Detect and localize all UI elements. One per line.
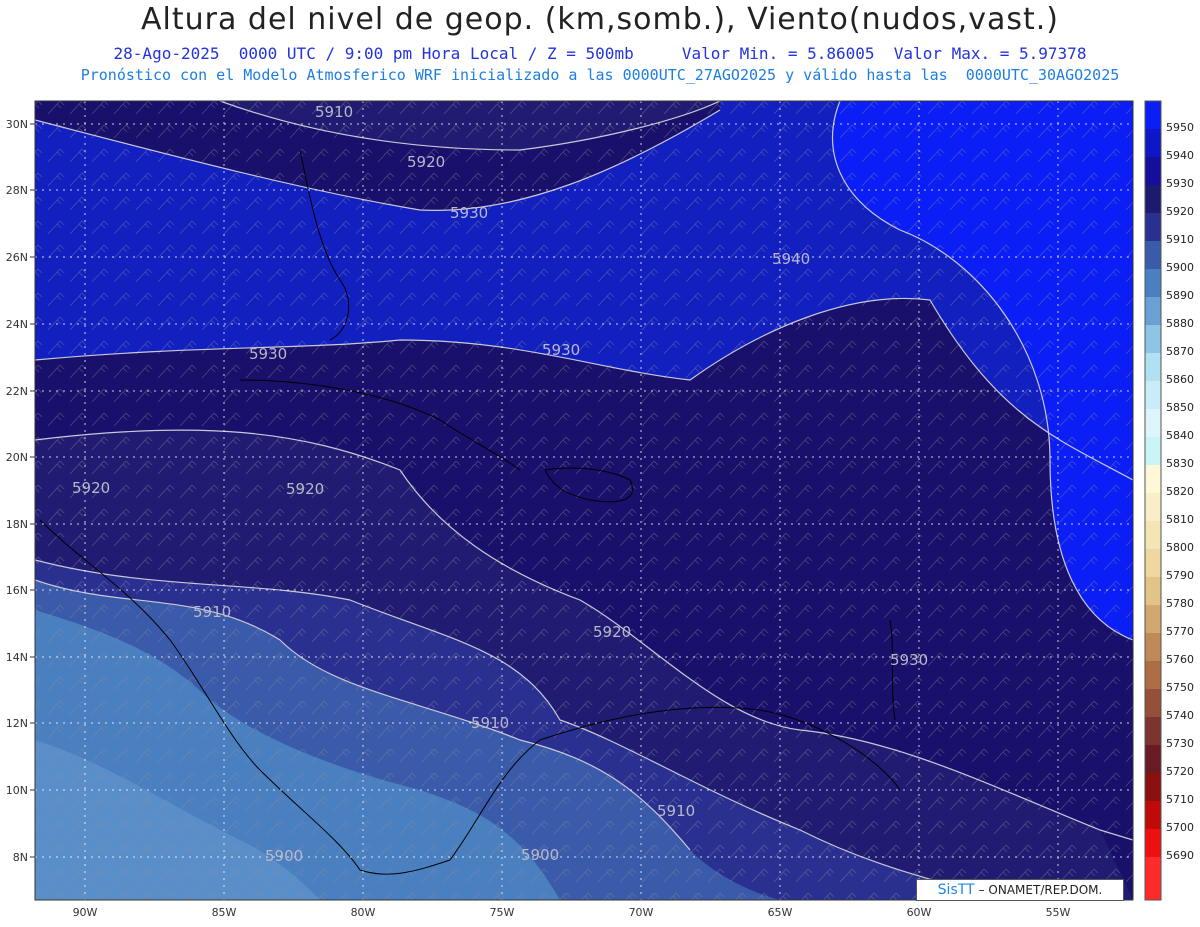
- contour-label: 5910: [657, 802, 695, 820]
- contour-label: 5930: [450, 204, 488, 222]
- colorbar-label: 5770: [1166, 625, 1194, 638]
- contour-label: 5940: [772, 250, 810, 268]
- colorbar-label: 5940: [1166, 149, 1194, 162]
- colorbar-swatch: [1145, 381, 1161, 409]
- lat-label: 16N: [6, 584, 28, 597]
- colorbar-label: 5740: [1166, 709, 1194, 722]
- lat-label: 14N: [6, 651, 28, 664]
- colorbar-swatch: [1145, 549, 1161, 577]
- colorbar-label: 5790: [1166, 569, 1194, 582]
- colorbar-label: 5780: [1166, 597, 1194, 610]
- lat-label: 12N: [6, 717, 28, 730]
- colorbar-swatch: [1145, 269, 1161, 297]
- lon-label: 80W: [351, 906, 376, 919]
- lon-label: 75W: [490, 906, 515, 919]
- colorbar-label: 5910: [1166, 233, 1194, 246]
- contour-label: 5900: [521, 846, 559, 864]
- colorbar-label: 5730: [1166, 737, 1194, 750]
- colorbar-label: 5900: [1166, 261, 1194, 274]
- colorbar-swatch: [1145, 773, 1161, 801]
- colorbar-label: 5950: [1166, 121, 1194, 134]
- contour-label: 5930: [542, 341, 580, 359]
- contour-label: 5910: [315, 103, 353, 121]
- contour-label: 5930: [890, 651, 928, 669]
- lon-label: 60W: [907, 906, 932, 919]
- lon-label: 55W: [1046, 906, 1071, 919]
- credit-box: SisTT – ONAMET/REP.DOM.: [916, 879, 1124, 901]
- lat-label: 28N: [6, 184, 28, 197]
- lat-label: 18N: [6, 518, 28, 531]
- colorbar-swatch: [1145, 157, 1161, 185]
- contour-label: 5920: [593, 623, 631, 641]
- colorbar-swatch: [1145, 465, 1161, 493]
- contour-label: 5920: [72, 479, 110, 497]
- colorbar-label: 5690: [1166, 849, 1194, 862]
- colorbar-label: 5930: [1166, 177, 1194, 190]
- contour-label: 5910: [193, 603, 231, 621]
- colorbar-swatch: [1145, 437, 1161, 465]
- colorbar-swatch: [1145, 717, 1161, 745]
- colorbar-swatch: [1145, 101, 1161, 129]
- contour-label: 5900: [265, 847, 303, 865]
- lat-label: 26N: [6, 251, 28, 264]
- lon-label: 65W: [768, 906, 793, 919]
- sistt-logo: SisTT: [937, 882, 975, 898]
- geopotential-field: 5910 5920 5930 5940 5930 5930 5920 5920 …: [35, 101, 1133, 900]
- colorbar-swatch: [1145, 241, 1161, 269]
- colorbar-label: 5860: [1166, 373, 1194, 386]
- map-svg: 5910 5920 5930 5940 5930 5930 5920 5920 …: [6, 100, 1194, 919]
- colorbar-label: 5830: [1166, 457, 1194, 470]
- colorbar-swatch: [1145, 213, 1161, 241]
- colorbar-label: 5710: [1166, 793, 1194, 806]
- colorbar-label: 5820: [1166, 485, 1194, 498]
- colorbar-label: 5870: [1166, 345, 1194, 358]
- lon-label: 70W: [629, 906, 654, 919]
- colorbar-swatch: [1145, 325, 1161, 353]
- colorbar-label: 5920: [1166, 205, 1194, 218]
- colorbar-label: 5700: [1166, 821, 1194, 834]
- lat-label: 24N: [6, 318, 28, 331]
- contour-label: 5930: [249, 345, 287, 363]
- credit-org: – ONAMET/REP.DOM.: [978, 883, 1103, 897]
- contour-label: 5920: [286, 480, 324, 498]
- colorbar-label: 5810: [1166, 513, 1194, 526]
- lon-label: 90W: [73, 906, 98, 919]
- colorbar-label: 5890: [1166, 289, 1194, 302]
- colorbar-swatch: [1145, 689, 1161, 717]
- lat-label: 8N: [13, 851, 28, 864]
- lat-label: 20N: [6, 451, 28, 464]
- colorbar-label: 5850: [1166, 401, 1194, 414]
- colorbar-label: 5720: [1166, 765, 1194, 778]
- lat-label: 10N: [6, 784, 28, 797]
- colorbar-swatch: [1145, 353, 1161, 381]
- lat-label: 30N: [6, 118, 28, 131]
- colorbar-swatch: [1145, 801, 1161, 829]
- colorbar-label: 5880: [1166, 317, 1194, 330]
- colorbar: 5950 5940 5930 5920 5910 5900 5890 5880 5870 5860…: [1144, 100, 1194, 901]
- colorbar-swatch: [1145, 185, 1161, 213]
- colorbar-label: 5840: [1166, 429, 1194, 442]
- colorbar-swatch: [1145, 409, 1161, 437]
- colorbar-swatch: [1145, 633, 1161, 661]
- colorbar-swatch: [1145, 577, 1161, 605]
- colorbar-label: 5800: [1166, 541, 1194, 554]
- colorbar-swatch: [1145, 745, 1161, 773]
- contour-label: 5910: [471, 714, 509, 732]
- lat-label: 22N: [6, 385, 28, 398]
- colorbar-swatch: [1145, 129, 1161, 157]
- contour-label: 5920: [407, 153, 445, 171]
- colorbar-swatch: [1145, 521, 1161, 549]
- colorbar-swatch: [1145, 857, 1161, 900]
- colorbar-swatch: [1145, 493, 1161, 521]
- colorbar-swatch: [1145, 661, 1161, 689]
- lon-label: 85W: [212, 906, 237, 919]
- colorbar-label: 5760: [1166, 653, 1194, 666]
- colorbar-swatch: [1145, 829, 1161, 857]
- colorbar-label: 5750: [1166, 681, 1194, 694]
- colorbar-swatch: [1145, 297, 1161, 325]
- colorbar-swatch: [1145, 605, 1161, 633]
